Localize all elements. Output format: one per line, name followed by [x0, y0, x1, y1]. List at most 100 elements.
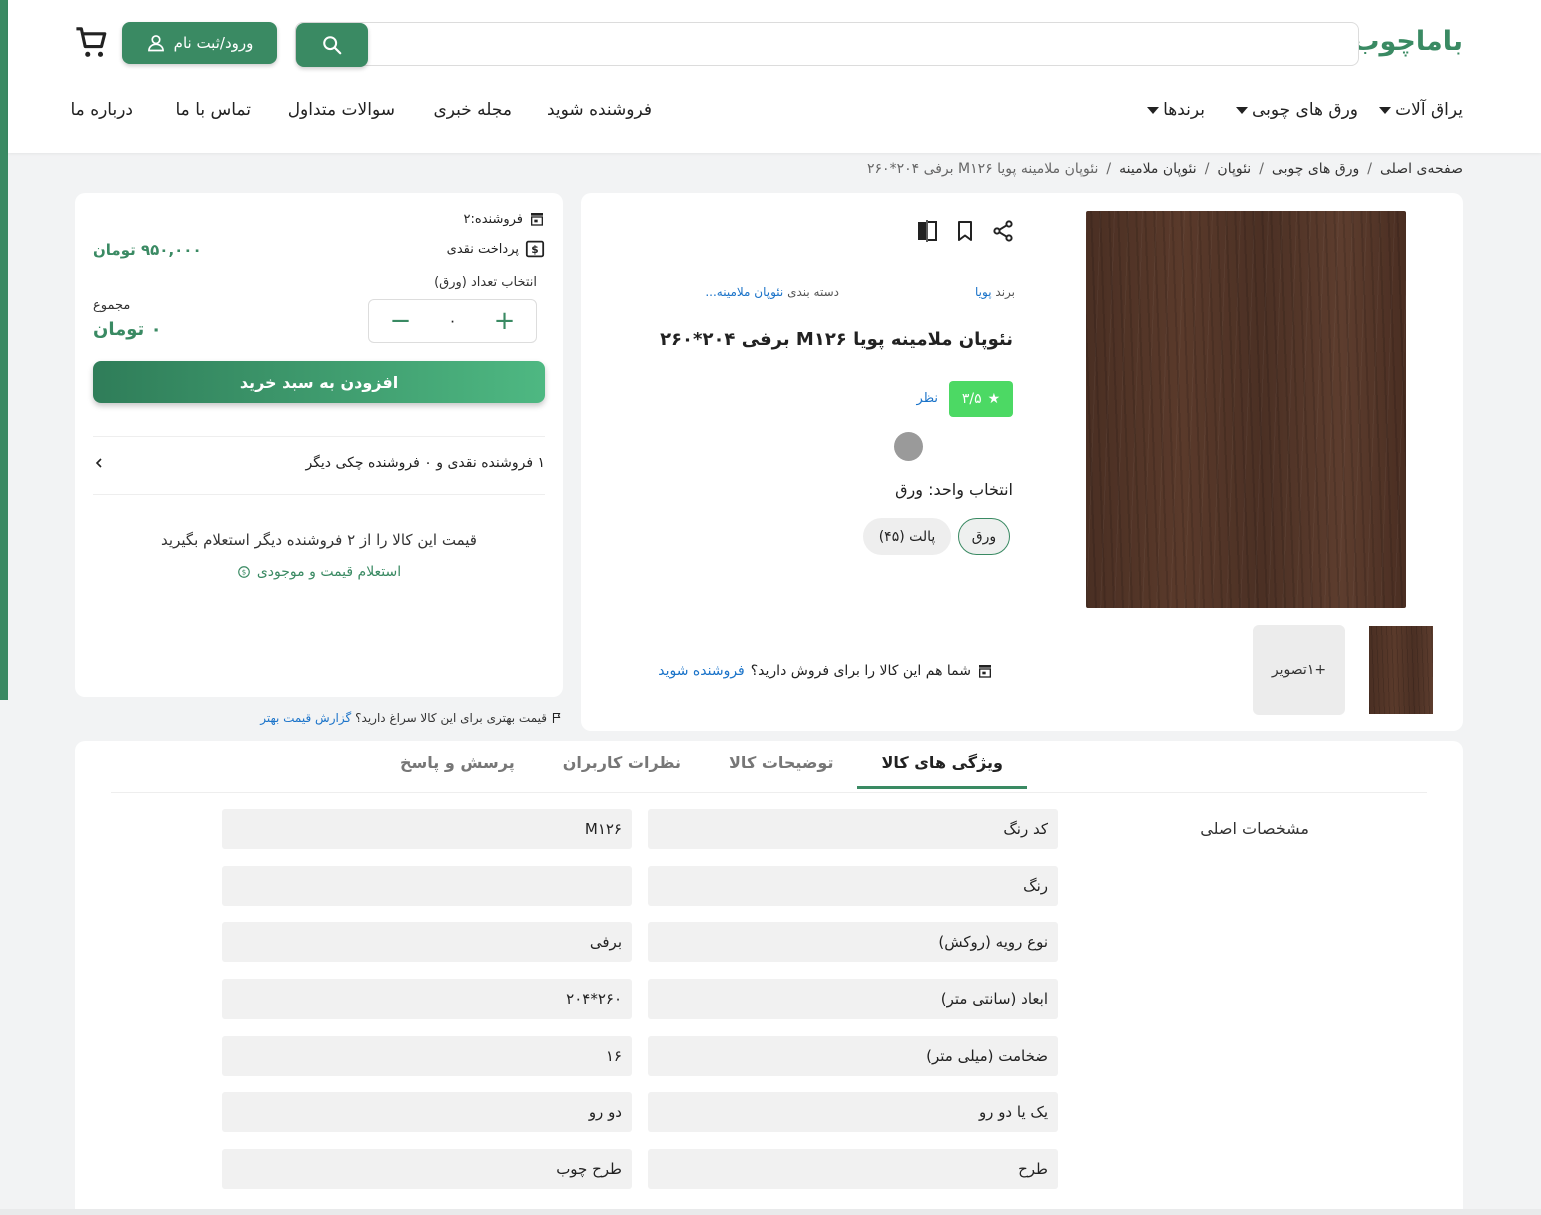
- tab-qa[interactable]: پرسش و پاسخ: [376, 753, 539, 789]
- spec-value: ۱۶: [222, 1036, 632, 1076]
- svg-text:$: $: [242, 569, 246, 577]
- divider: [93, 494, 545, 495]
- user-icon: [147, 35, 164, 52]
- login-button[interactable]: ورود/ثبت نام: [122, 22, 277, 64]
- tab-description[interactable]: توضیحات کالا: [705, 753, 857, 789]
- seller-count-line: فروشنده:۲: [464, 211, 545, 227]
- spec-row: طرح طرح چوب: [222, 1149, 1058, 1189]
- become-seller-line: شما هم این کالا را برای فروش دارید؟ فروش…: [658, 663, 993, 679]
- product-title: نئوپان ملامینه پویا M۱۲۶ برفی ۲۰۴*۲۶۰: [660, 329, 1013, 350]
- share-icon[interactable]: [991, 219, 1015, 243]
- spec-value: دو رو: [222, 1092, 632, 1132]
- sell-link[interactable]: فروشنده شوید: [658, 663, 744, 679]
- breadcrumb-neopan[interactable]: نئوپان: [1217, 161, 1251, 177]
- tab-features[interactable]: ویژگی های کالا: [857, 753, 1027, 789]
- search-bar: [295, 22, 1359, 67]
- tabs-divider: [111, 792, 1427, 793]
- nav-item-wood-sheets[interactable]: ورق های چوبی: [1235, 100, 1358, 120]
- reviews-link[interactable]: نظر: [917, 391, 938, 406]
- breadcrumb-home[interactable]: صفحه‌ی اصلی: [1380, 161, 1463, 177]
- bottom-strip: [0, 1209, 1541, 1215]
- spec-row: کد رنگ M۱۲۶: [222, 809, 1058, 849]
- breadcrumb: صفحه‌ی اصلی / ورق های چوبی / نئوپان / نئوپا…: [867, 161, 1463, 177]
- specs-section-title: مشخصات اصلی: [1200, 819, 1309, 838]
- main-nav: یراق آلات ورق های چوبی برندها فروشنده شو…: [68, 100, 1464, 126]
- other-sellers-row[interactable]: ۱ فروشنده نقدی و ۰ فروشنده چکی دیگر: [93, 455, 545, 471]
- spec-key: طرح: [648, 1149, 1058, 1189]
- nav-item-become-seller[interactable]: فروشنده شوید: [547, 100, 652, 120]
- spec-key: ضخامت (میلی متر): [648, 1036, 1058, 1076]
- spec-value: برفی: [222, 922, 632, 962]
- seller-count: فروشنده:۲: [463, 211, 523, 227]
- nav-item-news[interactable]: مجله خبری: [433, 100, 512, 120]
- login-label: ورود/ثبت نام: [173, 34, 254, 52]
- left-accent-strip: [0, 0, 8, 700]
- category-label: دسته بندی: [787, 285, 839, 299]
- inquiry-text: قیمت این کالا را از ۲ فروشنده دیگر استعل…: [161, 531, 477, 549]
- spec-key: نوع رویه (روکش): [648, 922, 1058, 962]
- add-to-cart-button[interactable]: افزودن به سبد خرید: [93, 361, 545, 403]
- breadcrumb-wood-sheets[interactable]: ورق های چوبی: [1272, 161, 1359, 177]
- search-input[interactable]: [376, 29, 1348, 59]
- caret-down-icon: [1235, 106, 1248, 114]
- spec-row: یک یا دو رو دو رو: [222, 1092, 1058, 1132]
- spec-value: [222, 866, 632, 906]
- category-meta: دسته بندی نئوپان ملامینه...: [705, 285, 839, 299]
- spec-row: ضخامت (میلی متر) ۱۶: [222, 1036, 1058, 1076]
- spec-value: M۱۲۶: [222, 809, 632, 849]
- quantity-label: انتخاب تعداد (ورق): [434, 275, 537, 290]
- unit-option-sheet[interactable]: ورق: [958, 518, 1010, 555]
- caret-down-icon: [1147, 106, 1160, 114]
- divider: [93, 436, 545, 437]
- rating-badge: ★ ۳/۵: [949, 381, 1013, 417]
- breadcrumb-melamine[interactable]: نئوپان ملامینه: [1119, 161, 1197, 177]
- spec-row: نوع رویه (روکش) برفی: [222, 922, 1058, 962]
- increment-button[interactable]: +: [490, 308, 520, 334]
- price: ۹۵۰,۰۰۰ تومان: [93, 241, 202, 259]
- nav-item-about[interactable]: درباره ما: [71, 100, 134, 120]
- inquiry-link[interactable]: استعلام قیمت و موجودی $: [75, 564, 563, 580]
- search-button[interactable]: [296, 23, 368, 67]
- unit-option-pallet[interactable]: پالت (۴۵): [863, 518, 951, 555]
- cart-icon[interactable]: [75, 26, 109, 60]
- breadcrumb-current: نئوپان ملامینه پویا M۱۲۶ برفی ۲۰۴*۲۶۰: [867, 161, 1099, 177]
- brand-label: برند: [995, 285, 1015, 299]
- payment-type: پرداخت نقدی: [446, 241, 519, 257]
- payment-line: $ پرداخت نقدی: [447, 240, 545, 258]
- nav-item-faq[interactable]: سوالات متداول: [288, 100, 395, 120]
- decrement-button[interactable]: −: [386, 308, 416, 334]
- product-card: +۱تصویر شما هم این کالا را برای فروش دار…: [581, 193, 1463, 731]
- inquiry-link-text: استعلام قیمت و موجودی: [256, 564, 402, 580]
- category-link[interactable]: نئوپان ملامینه...: [705, 285, 783, 299]
- unit-label: انتخاب واحد: ورق: [895, 480, 1013, 499]
- nav-item-brands[interactable]: برندها: [1147, 100, 1205, 120]
- report-better-price: قیمت بهتری برای این کالا سراغ دارید؟ گزا…: [260, 711, 563, 725]
- nav-item-hardware[interactable]: یراق آلات: [1379, 100, 1463, 120]
- product-actions: [915, 219, 1015, 243]
- report-link[interactable]: گزارش قیمت بهتر: [260, 711, 351, 725]
- bookmark-icon[interactable]: [953, 219, 977, 243]
- color-swatch[interactable]: [894, 432, 923, 461]
- rating-value: ۳/۵: [961, 391, 982, 407]
- more-images-button[interactable]: +۱تصویر: [1253, 625, 1345, 715]
- compare-icon[interactable]: [915, 219, 939, 243]
- chevron-left-icon: [95, 458, 102, 468]
- svg-text:$: $: [531, 243, 538, 256]
- product-thumbnail[interactable]: [1369, 626, 1433, 714]
- other-sellers-text: ۱ فروشنده نقدی و ۰ فروشنده چکی دیگر: [305, 455, 545, 471]
- quantity-value[interactable]: ۰: [448, 312, 456, 330]
- sell-text: شما هم این کالا را برای فروش دارید؟: [750, 663, 971, 679]
- brand-link[interactable]: پویا: [975, 285, 992, 299]
- caret-down-icon: [1379, 106, 1392, 114]
- buy-box: فروشنده:۲ $ پرداخت نقدی ۹۵۰,۰۰۰ تومان ان…: [75, 193, 563, 697]
- tab-reviews[interactable]: نظرات کاربران: [539, 753, 705, 789]
- spec-value: طرح چوب: [222, 1149, 632, 1189]
- specs-card: ویژگی های کالا توضیحات کالا نظرات کاربرا…: [75, 741, 1463, 1215]
- flag-icon: [552, 712, 561, 723]
- product-tabs: ویژگی های کالا توضیحات کالا نظرات کاربرا…: [376, 753, 1027, 789]
- product-main-image[interactable]: [1086, 211, 1406, 608]
- spec-row: ابعاد (سانتی متر) ۲۶۰*۲۰۴: [222, 979, 1058, 1019]
- site-logo[interactable]: باماچوب: [1352, 26, 1463, 57]
- nav-item-contact[interactable]: تماس با ما: [176, 100, 252, 120]
- spec-key: ابعاد (سانتی متر): [648, 979, 1058, 1019]
